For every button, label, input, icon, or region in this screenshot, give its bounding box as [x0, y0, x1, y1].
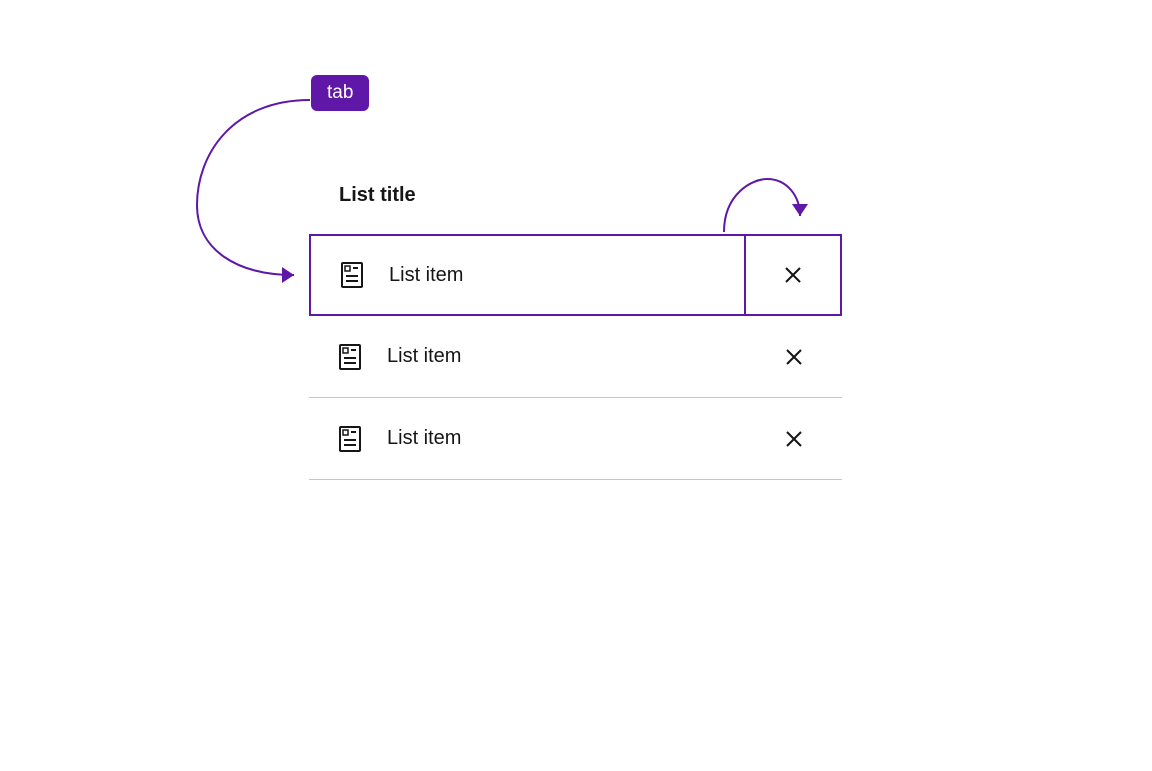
list-item-label: List item — [389, 264, 463, 287]
list-row-main[interactable]: List item — [309, 398, 746, 479]
list-container: List item — [309, 234, 842, 480]
tab-key-label: tab — [327, 82, 353, 103]
list-row-close[interactable] — [746, 316, 842, 397]
diagram-canvas: tab List title — [0, 0, 1152, 771]
close-icon — [784, 266, 802, 284]
list-row-main[interactable]: List item — [309, 316, 746, 397]
close-icon — [785, 348, 803, 366]
list-row[interactable]: List item — [309, 234, 842, 316]
list-row[interactable]: List item — [309, 316, 842, 398]
list-item-label: List item — [387, 427, 461, 450]
list-title: List title — [339, 184, 416, 207]
document-icon — [339, 426, 361, 452]
close-icon — [785, 430, 803, 448]
list-row-main[interactable]: List item — [311, 236, 744, 314]
list-item-label: List item — [387, 345, 461, 368]
list-row[interactable]: List item — [309, 398, 842, 480]
arrow-tab-to-row — [192, 95, 322, 290]
list-row-close[interactable] — [746, 398, 842, 479]
list-row-close[interactable] — [744, 236, 840, 314]
tab-key-badge: tab — [311, 75, 369, 111]
document-icon — [339, 344, 361, 370]
document-icon — [341, 262, 363, 288]
